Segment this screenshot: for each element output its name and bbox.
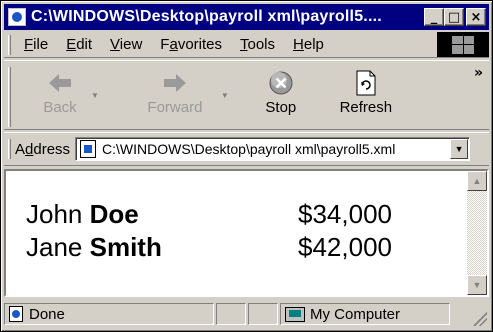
refresh-label: Refresh xyxy=(339,99,393,116)
computer-icon xyxy=(285,306,305,322)
vertical-scrollbar[interactable]: ▲ ▼ xyxy=(467,171,487,295)
arrow-left-icon xyxy=(47,67,73,99)
close-button[interactable]: × xyxy=(466,8,486,26)
back-label: Back xyxy=(43,99,77,116)
menu-favorites[interactable]: Favorites xyxy=(151,36,231,53)
forward-label: Forward xyxy=(147,99,203,116)
list-item: John Doe $34,000 xyxy=(26,198,418,231)
menu-help[interactable]: Help xyxy=(284,36,333,53)
standard-toolbar: Back ▼ Forward ▼ Stop Refresh » xyxy=(4,60,489,130)
arrow-right-icon xyxy=(162,67,188,99)
window-title: C:\WINDOWS\Desktop\payroll xml\payroll5.… xyxy=(31,8,382,25)
address-input[interactable]: C:\WINDOWS\Desktop\payroll xml\payroll5.… xyxy=(75,137,471,161)
back-button[interactable]: Back xyxy=(29,67,91,116)
back-dropdown-icon[interactable]: ▼ xyxy=(91,91,99,100)
refresh-button[interactable]: Refresh xyxy=(331,67,401,116)
menu-tools[interactable]: Tools xyxy=(231,36,284,53)
employee-name: Jane Smith xyxy=(26,232,162,262)
title-bar[interactable]: C:\WINDOWS\Desktop\payroll xml\payroll5.… xyxy=(4,4,489,30)
minimize-button[interactable]: _ xyxy=(424,8,444,26)
employee-salary: $42,000 xyxy=(298,232,392,262)
toolbar-grip[interactable] xyxy=(8,67,11,127)
forward-button[interactable]: Forward xyxy=(129,67,221,116)
status-panel-empty xyxy=(248,303,278,325)
employee-name: John Doe xyxy=(26,199,139,229)
ie-page-icon xyxy=(8,8,26,26)
list-item: Jane Smith $42,000 xyxy=(26,231,418,264)
status-panel-main: Done xyxy=(4,303,214,325)
page-done-icon xyxy=(9,306,23,322)
address-value[interactable]: C:\WINDOWS\Desktop\payroll xml\payroll5.… xyxy=(102,141,395,157)
payroll-list: John Doe $34,000 Jane Smith $42,000 xyxy=(26,198,418,264)
stop-button[interactable]: Stop xyxy=(251,67,311,116)
status-panel-empty xyxy=(216,303,246,325)
address-label: Address xyxy=(15,140,71,158)
forward-dropdown-icon[interactable]: ▼ xyxy=(221,91,229,100)
toolbar-more-icon[interactable]: » xyxy=(474,65,483,81)
maximize-button[interactable]: □ xyxy=(444,8,464,26)
employee-salary: $34,000 xyxy=(298,199,392,229)
refresh-icon xyxy=(355,67,377,99)
resize-grip-icon[interactable] xyxy=(473,312,487,326)
menu-edit[interactable]: Edit xyxy=(57,36,101,53)
zone-text: My Computer xyxy=(310,305,401,323)
scroll-up-icon[interactable]: ▲ xyxy=(467,171,487,191)
stop-label: Stop xyxy=(265,99,297,116)
menu-grip[interactable] xyxy=(8,34,11,55)
address-dropdown-icon[interactable]: ▼ xyxy=(450,139,469,159)
browser-window: C:\WINDOWS\Desktop\payroll xml\payroll5.… xyxy=(0,0,493,332)
address-bar: Address C:\WINDOWS\Desktop\payroll xml\p… xyxy=(4,132,489,166)
page-icon xyxy=(80,140,97,158)
menu-file[interactable]: File xyxy=(15,36,57,53)
status-panel-zone: My Computer xyxy=(280,303,450,325)
status-bar: Done My Computer xyxy=(4,300,489,328)
windows-logo-icon xyxy=(437,32,489,57)
scroll-down-icon[interactable]: ▼ xyxy=(467,275,487,295)
status-text: Done xyxy=(29,305,65,323)
page-content: John Doe $34,000 Jane Smith $42,000 ▲ ▼ xyxy=(4,169,489,297)
address-grip[interactable] xyxy=(8,139,11,159)
menu-bar: File Edit View Favorites Tools Help xyxy=(4,32,489,58)
stop-icon xyxy=(268,67,294,99)
window-controls: _ □ × xyxy=(424,8,486,26)
menu-view[interactable]: View xyxy=(101,36,151,53)
